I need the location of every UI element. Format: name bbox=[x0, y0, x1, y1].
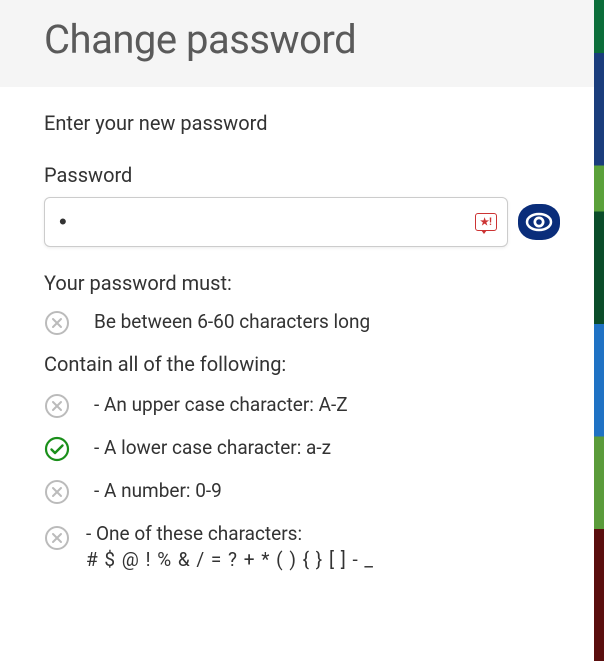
password-row: ★! bbox=[44, 197, 560, 247]
x-circle-icon bbox=[44, 525, 70, 551]
page-title: Change password bbox=[44, 16, 560, 63]
content-area: Enter your new password Password ★! Your… bbox=[0, 87, 604, 612]
password-input-wrap: ★! bbox=[44, 197, 508, 247]
rule-number: - A number: 0-9 bbox=[44, 478, 560, 505]
rule-lower-text: - A lower case character: a-z bbox=[86, 435, 331, 461]
rule-lower: - A lower case character: a-z bbox=[44, 435, 560, 462]
eye-icon bbox=[525, 211, 553, 233]
x-circle-icon bbox=[44, 310, 70, 336]
contain-header: Contain all of the following: bbox=[44, 352, 560, 376]
x-circle-icon bbox=[44, 393, 70, 419]
rule-upper: - An upper case character: A-Z bbox=[44, 392, 560, 419]
rule-special-text: - One of these characters: # $ @ ! % & /… bbox=[86, 521, 374, 572]
check-circle-icon bbox=[44, 436, 70, 462]
page-header: Change password bbox=[0, 0, 604, 87]
prompt-text: Enter your new password bbox=[44, 111, 560, 135]
rule-length: Be between 6-60 characters long bbox=[44, 309, 560, 336]
rule-length-text: Be between 6-60 characters long bbox=[86, 309, 370, 335]
rule-number-text: - A number: 0-9 bbox=[86, 478, 222, 504]
rule-special-line2: # $ @ ! % & / = ? + * ( ) { } [ ] - _ bbox=[86, 548, 374, 571]
decorative-edge bbox=[594, 0, 604, 661]
input-warning-badge: ★! bbox=[475, 213, 497, 231]
password-input[interactable] bbox=[59, 209, 475, 235]
toggle-visibility-button[interactable] bbox=[518, 204, 560, 240]
rule-special-line1: - One of these characters: bbox=[86, 522, 302, 545]
password-label: Password bbox=[44, 163, 560, 187]
rule-upper-text: - An upper case character: A-Z bbox=[86, 392, 348, 418]
x-circle-icon bbox=[44, 479, 70, 505]
rule-special: - One of these characters: # $ @ ! % & /… bbox=[44, 521, 560, 572]
requirements-header: Your password must: bbox=[44, 271, 560, 295]
